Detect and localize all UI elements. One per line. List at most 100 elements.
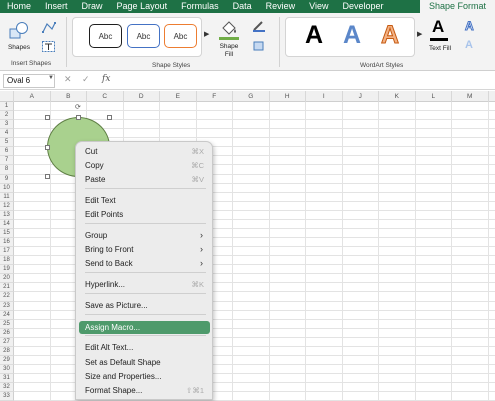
menu-item-format-shape[interactable]: Format Shape... ⇧⌘1 [79, 384, 210, 397]
text-fill-button[interactable]: A Text Fill [426, 17, 454, 59]
row-header[interactable]: 25 [0, 319, 14, 329]
shape-style-1[interactable]: Abc [89, 24, 122, 48]
row-header[interactable]: 2 [0, 111, 14, 121]
row-header[interactable]: 22 [0, 292, 14, 302]
row-header[interactable]: 6 [0, 147, 14, 157]
tab-formulas[interactable]: Formulas [174, 0, 226, 13]
menu-item-size-and-properties[interactable]: Size and Properties... [79, 370, 210, 383]
shape-fill-button[interactable]: Shape Fill [214, 19, 244, 59]
shape-style-3[interactable]: Abc [164, 24, 197, 48]
menu-item-assign-macro[interactable]: Assign Macro... [79, 321, 210, 334]
edit-shape-icon[interactable] [41, 21, 57, 34]
tab-shape-format[interactable]: Shape Format [419, 0, 495, 13]
column-header[interactable]: D [124, 91, 160, 102]
shape-style-2[interactable]: Abc [127, 24, 160, 48]
row-header[interactable]: 29 [0, 355, 14, 366]
row-header[interactable]: 7 [0, 156, 14, 166]
tab-insert[interactable]: Insert [38, 0, 75, 13]
column-header[interactable]: I [306, 91, 343, 102]
rotation-handle-icon[interactable]: ⟳ [75, 103, 81, 111]
text-outline-icon[interactable]: A [465, 19, 475, 34]
menu-shortcut: ⇧⌘1 [186, 386, 204, 395]
shape-effects-icon[interactable] [252, 40, 266, 52]
column-header[interactable]: A [14, 91, 51, 102]
tab-view[interactable]: View [302, 0, 335, 13]
menu-item-edit-points[interactable]: Edit Points [79, 208, 210, 221]
menu-item-hyperlink[interactable]: Hyperlink... ⌘K [79, 278, 210, 291]
tab-home[interactable]: Home [0, 0, 38, 13]
row-header[interactable]: 9 [0, 174, 14, 184]
row-header[interactable]: 8 [0, 165, 14, 175]
column-header[interactable]: J [343, 91, 379, 102]
row-header[interactable]: 27 [0, 337, 14, 347]
column-header[interactable]: G [233, 91, 270, 102]
insert-function-icon[interactable]: fx [102, 74, 110, 84]
row-header[interactable]: 19 [0, 265, 14, 275]
row-header[interactable]: 32 [0, 383, 14, 393]
row-header[interactable]: 17 [0, 247, 14, 257]
menu-item-send-to-back[interactable]: Send to Back › [79, 257, 210, 270]
column-header[interactable]: E [160, 91, 197, 102]
wordart-style-1[interactable]: A [305, 20, 323, 50]
row-header[interactable]: 5 [0, 138, 14, 148]
row-header[interactable]: 10 [0, 183, 14, 193]
resize-handle[interactable] [107, 115, 112, 120]
cancel-icon[interactable]: ✕ [64, 74, 72, 85]
column-header[interactable]: F [197, 91, 233, 102]
row-header[interactable]: 31 [0, 374, 14, 384]
tab-draw[interactable]: Draw [75, 0, 110, 13]
chevron-right-icon[interactable]: ▶ [204, 30, 209, 38]
menu-item-paste[interactable]: Paste ⌘V [79, 173, 210, 186]
menu-item-edit-alt-text[interactable]: Edit Alt Text... [79, 341, 210, 354]
column-header[interactable]: C [87, 91, 124, 102]
select-all-corner[interactable] [0, 91, 14, 102]
row-header[interactable]: 26 [0, 328, 14, 338]
menu-item-edit-text[interactable]: Edit Text [79, 194, 210, 207]
text-box-icon[interactable] [41, 40, 57, 53]
column-header[interactable]: M [452, 91, 489, 102]
menu-item-cut[interactable]: Cut ⌘X [79, 145, 210, 158]
dropdown-chevron-icon[interactable]: ▼ [48, 75, 54, 81]
tab-page-layout[interactable]: Page Layout [110, 0, 175, 13]
menu-item-copy[interactable]: Copy ⌘C [79, 159, 210, 172]
menu-item-save-as-picture[interactable]: Save as Picture... [79, 299, 210, 312]
tab-data[interactable]: Data [226, 0, 259, 13]
row-header[interactable]: 30 [0, 365, 14, 375]
confirm-icon[interactable]: ✓ [82, 74, 90, 85]
menu-item-set-as-default-shape[interactable]: Set as Default Shape [79, 356, 210, 369]
resize-handle[interactable] [45, 145, 50, 150]
resize-handle[interactable] [45, 174, 50, 179]
column-header[interactable]: H [270, 91, 306, 102]
row-header[interactable]: 24 [0, 310, 14, 320]
row-header[interactable]: 23 [0, 301, 14, 311]
tab-developer[interactable]: Developer [336, 0, 391, 13]
row-header[interactable]: 16 [0, 238, 14, 248]
row-header[interactable]: 3 [0, 120, 14, 130]
row-header[interactable]: 4 [0, 129, 14, 139]
shapes-button[interactable]: Shapes [5, 19, 33, 55]
row-header[interactable]: 15 [0, 228, 14, 239]
column-header[interactable]: B [51, 91, 87, 102]
row-header[interactable]: 14 [0, 219, 14, 229]
row-header[interactable]: 1 [0, 102, 14, 112]
row-header[interactable]: 18 [0, 256, 14, 266]
row-header[interactable]: 20 [0, 274, 14, 284]
resize-handle[interactable] [45, 115, 50, 120]
column-header[interactable]: K [379, 91, 416, 102]
tab-review[interactable]: Review [259, 0, 303, 13]
row-header[interactable]: 21 [0, 283, 14, 293]
wordart-style-3[interactable]: A [380, 20, 399, 50]
chevron-right-icon[interactable]: ▶ [417, 30, 422, 38]
formula-input[interactable] [118, 74, 492, 88]
column-header[interactable]: L [416, 91, 452, 102]
shape-outline-icon[interactable] [252, 20, 266, 32]
resize-handle[interactable] [76, 115, 81, 120]
menu-item-bring-to-front[interactable]: Bring to Front › [79, 243, 210, 256]
menu-item-group[interactable]: Group › [79, 229, 210, 242]
wordart-style-2[interactable]: A [343, 20, 361, 50]
row-header[interactable]: 28 [0, 346, 14, 356]
row-header[interactable]: 13 [0, 210, 14, 220]
row-header[interactable]: 11 [0, 192, 14, 202]
text-effects-icon[interactable]: A [465, 39, 473, 51]
row-header[interactable]: 12 [0, 201, 14, 211]
